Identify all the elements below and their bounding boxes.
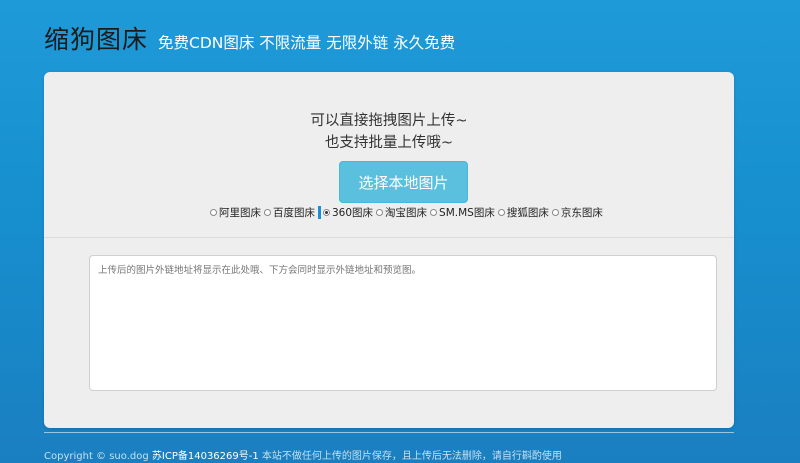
image-link-output[interactable] bbox=[89, 255, 717, 391]
host-option-label: SM.MS图床 bbox=[439, 207, 495, 219]
host-option-ali[interactable]: 阿里图床 bbox=[210, 205, 261, 220]
footer-divider bbox=[44, 432, 734, 433]
host-option-label: 360图床 bbox=[332, 207, 374, 219]
radio-icon[interactable] bbox=[376, 209, 384, 216]
choose-local-image-button[interactable]: 选择本地图片 bbox=[339, 161, 468, 203]
radio-icon[interactable] bbox=[210, 209, 217, 216]
site-tagline: 免费CDN图床 不限流量 无限外链 永久免费 bbox=[158, 34, 456, 52]
host-option-label: 搜狐图床 bbox=[506, 207, 549, 219]
header: 缩狗图床 免费CDN图床 不限流量 无限外链 永久免费 bbox=[44, 20, 455, 60]
host-option-jd[interactable]: 京东图床 bbox=[551, 205, 603, 220]
host-option-label: 百度图床 bbox=[273, 207, 315, 219]
radio-icon[interactable] bbox=[551, 209, 559, 216]
host-option-label: 阿里图床 bbox=[219, 207, 261, 219]
radio-icon[interactable] bbox=[264, 209, 271, 216]
host-option-smms[interactable]: SM.MS图床 bbox=[430, 205, 495, 220]
batch-hint: 也支持批量上传哦~ bbox=[324, 135, 454, 151]
footer: Copyright © suo.dog 苏ICP备14036269号-1 本站不… bbox=[44, 447, 562, 462]
host-option-360[interactable]: 360图床 bbox=[323, 205, 373, 220]
radio-icon[interactable] bbox=[430, 209, 438, 216]
radio-checked-icon[interactable] bbox=[323, 209, 330, 216]
text-cursor-icon bbox=[318, 206, 321, 219]
icp-link[interactable]: 苏ICP备14036269号-1 bbox=[152, 451, 259, 462]
host-option-label: 京东图床 bbox=[560, 207, 603, 219]
copyright-text: Copyright © suo.dog bbox=[44, 451, 152, 462]
upload-panel[interactable]: 可以直接拖拽图片上传~ 也支持批量上传哦~ 选择本地图片 阿里图床 百度图床 3… bbox=[44, 72, 734, 428]
storage-notice: 本站不做任何上传的图片保存，且上传后无法删除，请自行斟酌使用 bbox=[258, 451, 562, 462]
host-option-taobao[interactable]: 淘宝图床 bbox=[376, 205, 427, 220]
drag-hint: 可以直接拖拽图片上传~ bbox=[310, 113, 468, 129]
host-option-sohu[interactable]: 搜狐图床 bbox=[497, 205, 549, 220]
panel-divider bbox=[44, 237, 734, 238]
radio-icon[interactable] bbox=[497, 209, 505, 216]
site-title[interactable]: 缩狗图床 bbox=[44, 20, 148, 56]
host-option-baidu[interactable]: 百度图床 bbox=[264, 205, 315, 220]
image-host-selector: 阿里图床 百度图床 360图床 淘宝图床 SM.MS图床 搜狐图床 京东图床 bbox=[210, 205, 606, 220]
host-option-label: 淘宝图床 bbox=[385, 207, 428, 219]
